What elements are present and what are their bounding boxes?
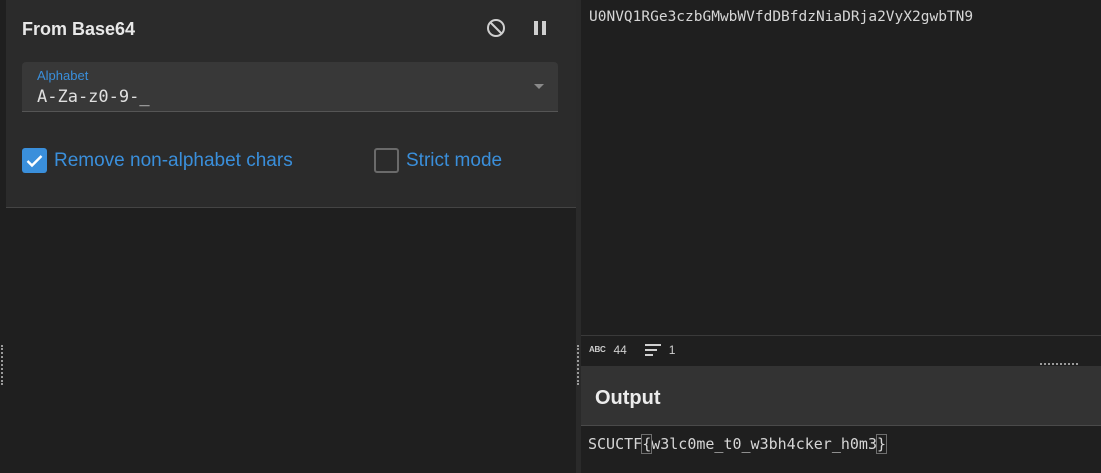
lines-stat: 1 <box>644 342 676 357</box>
output-header: Output <box>581 366 1101 426</box>
output-textarea[interactable]: SCUCTF{w3lc0me_t0_w3bh4cker_h0m3} <box>581 426 1101 473</box>
remove-non-alphabet-label[interactable]: Remove non-alphabet chars <box>54 150 293 172</box>
checkmark-icon <box>26 154 43 167</box>
output-prefix: SCUCTF <box>588 435 643 453</box>
remove-non-alphabet-option[interactable]: Remove non-alphabet chars <box>22 148 293 173</box>
dropdown-caret-icon[interactable] <box>534 84 544 89</box>
strict-mode-label[interactable]: Strict mode <box>406 150 502 172</box>
pane-resize-grip[interactable] <box>577 345 580 385</box>
input-textarea[interactable]: U0NVQ1RGe3czbGMwbWVfdDBfdzNiaDRja2VyX2gw… <box>581 0 1101 335</box>
left-resize-grip[interactable] <box>1 345 4 385</box>
operation-title: From Base64 <box>22 19 136 39</box>
strict-mode-option[interactable]: Strict mode <box>374 148 502 173</box>
strict-mode-checkbox[interactable] <box>374 148 399 173</box>
brace-close: } <box>875 434 888 454</box>
remove-non-alphabet-checkbox[interactable] <box>22 148 47 173</box>
input-lines: 1 <box>668 342 676 357</box>
recipe-pane: From Base64 Alphabet A-Za-z0-9-_ Remove … <box>0 0 578 473</box>
input-text[interactable]: U0NVQ1RGe3czbGMwbWVfdDBfdzNiaDRja2VyX2gw… <box>589 9 973 25</box>
input-length: 44 <box>613 342 627 357</box>
from-base64-operation: From Base64 Alphabet A-Za-z0-9-_ Remove … <box>6 0 576 208</box>
app-root: From Base64 Alphabet A-Za-z0-9-_ Remove … <box>0 0 1101 473</box>
operation-controls <box>484 16 552 40</box>
abc-icon: ABC <box>589 345 606 354</box>
disable-icon[interactable] <box>484 16 508 40</box>
input-status-bar: ABC 44 1 <box>581 335 1101 363</box>
output-title: Output <box>595 387 661 409</box>
output-body: w3lc0me_t0_w3bh4cker_h0m3 <box>651 435 877 453</box>
pause-icon[interactable] <box>528 16 552 40</box>
alphabet-label: Alphabet <box>37 68 89 83</box>
alphabet-value[interactable]: A-Za-z0-9-_ <box>37 87 150 107</box>
brace-open: { <box>641 434 653 454</box>
lines-icon <box>644 343 661 356</box>
alphabet-select[interactable]: Alphabet A-Za-z0-9-_ <box>22 62 558 112</box>
output-text[interactable]: SCUCTF{w3lc0me_t0_w3bh4cker_h0m3} <box>588 434 888 454</box>
length-stat: ABC 44 <box>589 343 627 357</box>
